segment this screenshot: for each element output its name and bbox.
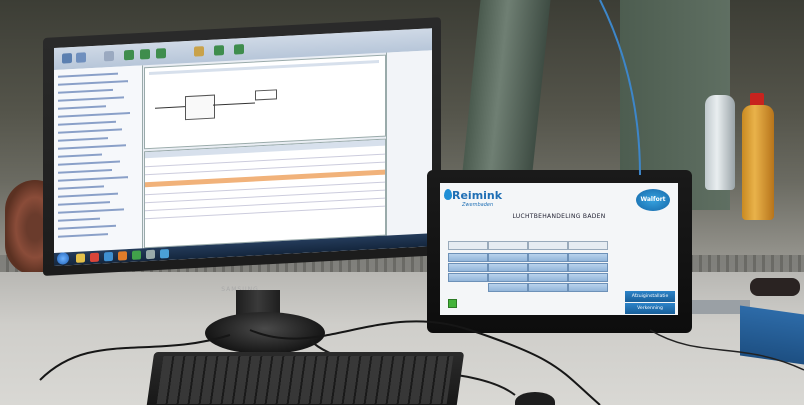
cables — [39, 0, 804, 405]
mouse — [515, 392, 555, 405]
photo-scene: SAMSUNG Reimink Zwembaden Walfort LUCHTB… — [0, 0, 804, 405]
keyboard-keys — [156, 356, 454, 404]
